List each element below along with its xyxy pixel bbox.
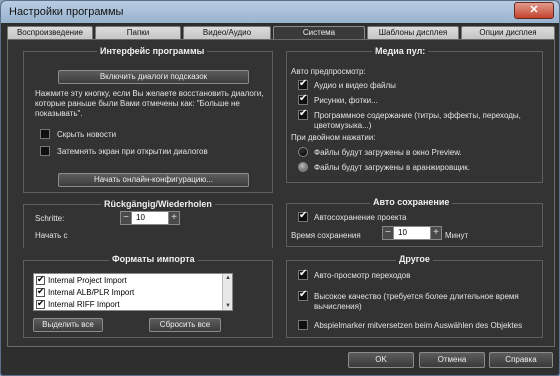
high-quality-checkbox[interactable]	[298, 289, 308, 301]
reset-all-button[interactable]: Сбросить все	[149, 318, 221, 332]
audio-video-label: Аудио и видео файлы	[314, 81, 396, 90]
autosave-project-checkbox[interactable]	[298, 210, 308, 222]
double-click-label: При двойном нажатии:	[291, 133, 376, 142]
undo-title: Rückgängig/Wiederholen	[101, 199, 215, 209]
auto-preview-transitions-checkbox[interactable]	[298, 268, 308, 280]
checkbox-checked[interactable]	[36, 274, 45, 285]
program-content-checkbox[interactable]	[298, 108, 308, 120]
list-item[interactable]: Internal ALB/PLR Import	[36, 286, 212, 298]
images-label: Рисунки, фотки...	[314, 96, 378, 105]
steps-increment-button[interactable]: +	[168, 211, 180, 225]
settings-window: Настройки программы ✕ Воспроизведение Па…	[0, 0, 560, 376]
steps-label: Schritte:	[35, 214, 65, 223]
select-all-button[interactable]: Выделить все	[33, 318, 103, 332]
tab-system[interactable]: Система	[273, 26, 365, 39]
window-title: Настройки программы	[9, 6, 124, 18]
list-item[interactable]: Internal RIFF Import	[36, 298, 212, 310]
playmarker-label: Abspielmarker mitversetzen beim Auswähle…	[314, 321, 523, 330]
tab-playback[interactable]: Воспроизведение	[7, 26, 93, 39]
autosave-section	[286, 203, 543, 247]
save-time-label: Время сохранения	[291, 231, 361, 240]
dim-screen-label: Затемнять экран при открытии диалогов	[57, 147, 208, 156]
media-pool-title: Медиа пул:	[372, 46, 429, 56]
load-preview-radio[interactable]	[298, 147, 308, 157]
checkbox-checked[interactable]	[36, 298, 45, 309]
minutes-label: Минут	[445, 231, 469, 240]
title-bar: Настройки программы ✕	[1, 1, 559, 23]
tab-display-templates[interactable]: Шаблоны дисплея	[367, 26, 459, 39]
save-time-value[interactable]: 10	[394, 226, 430, 240]
tab-bar: Воспроизведение Папки Видео/Аудио Систем…	[7, 26, 555, 39]
import-formats-title: Форматы импорта	[109, 254, 198, 264]
autosave-project-label: Автосохранение проекта	[314, 213, 407, 222]
steps-stepper[interactable]: − 10 +	[120, 211, 180, 225]
hide-news-label: Скрыть новости	[57, 130, 117, 139]
hide-news-checkbox[interactable]	[40, 129, 50, 139]
scroll-up-icon[interactable]: ▲	[224, 274, 232, 282]
load-arranger-label: Файлы будут загружены в аранжировщик.	[314, 163, 470, 172]
load-arranger-radio[interactable]	[298, 162, 308, 172]
cancel-button[interactable]: Отмена	[419, 352, 485, 368]
auto-preview-label: Авто предпросмотр:	[291, 67, 366, 76]
scroll-down-icon[interactable]: ▼	[224, 302, 232, 310]
save-time-increment-button[interactable]: +	[430, 226, 442, 240]
load-preview-label: Файлы будут загружены в окно Preview.	[314, 148, 462, 157]
checkbox-checked[interactable]	[36, 286, 45, 297]
tab-folders[interactable]: Папки	[95, 26, 181, 39]
tab-video-audio[interactable]: Видео/Аудио	[183, 26, 271, 39]
program-content-label: Программное содержание (титры, эффекты, …	[314, 111, 521, 130]
images-checkbox[interactable]	[298, 93, 308, 105]
save-time-decrement-button[interactable]: −	[382, 226, 394, 240]
online-config-button[interactable]: Начать онлайн-конфигурацию...	[58, 173, 249, 187]
close-button[interactable]: ✕	[514, 2, 554, 19]
import-formats-list[interactable]: Internal Project Import Internal ALB/PLR…	[33, 273, 233, 311]
list-scrollbar[interactable]: ▲ ▼	[222, 274, 232, 310]
ok-button[interactable]: OK	[348, 352, 414, 368]
steps-decrement-button[interactable]: −	[120, 211, 132, 225]
interface-title: Интерфейс программы	[97, 46, 208, 56]
playmarker-checkbox[interactable]	[298, 320, 308, 330]
steps-value[interactable]: 10	[132, 211, 168, 225]
dim-screen-checkbox[interactable]	[40, 146, 50, 156]
save-time-stepper[interactable]: − 10 +	[382, 226, 442, 240]
other-title: Другое	[396, 254, 433, 264]
restore-dialogs-button[interactable]: Включить диалоги подсказок	[58, 70, 249, 84]
audio-video-checkbox[interactable]	[298, 78, 308, 90]
autosave-title: Авто сохранение	[370, 197, 453, 207]
start-label: Начать с	[35, 231, 68, 240]
auto-preview-transitions-label: Авто-просмотр переходов	[314, 271, 411, 280]
help-button[interactable]: Справка	[489, 352, 553, 368]
high-quality-label: Высокое качество (требуется более длител…	[314, 292, 519, 311]
restore-description: Нажмите эту кнопку, если Вы желаете восс…	[35, 89, 264, 118]
tab-display-options[interactable]: Опции дисплея	[461, 26, 555, 39]
list-item[interactable]: Internal Project Import	[36, 274, 212, 286]
